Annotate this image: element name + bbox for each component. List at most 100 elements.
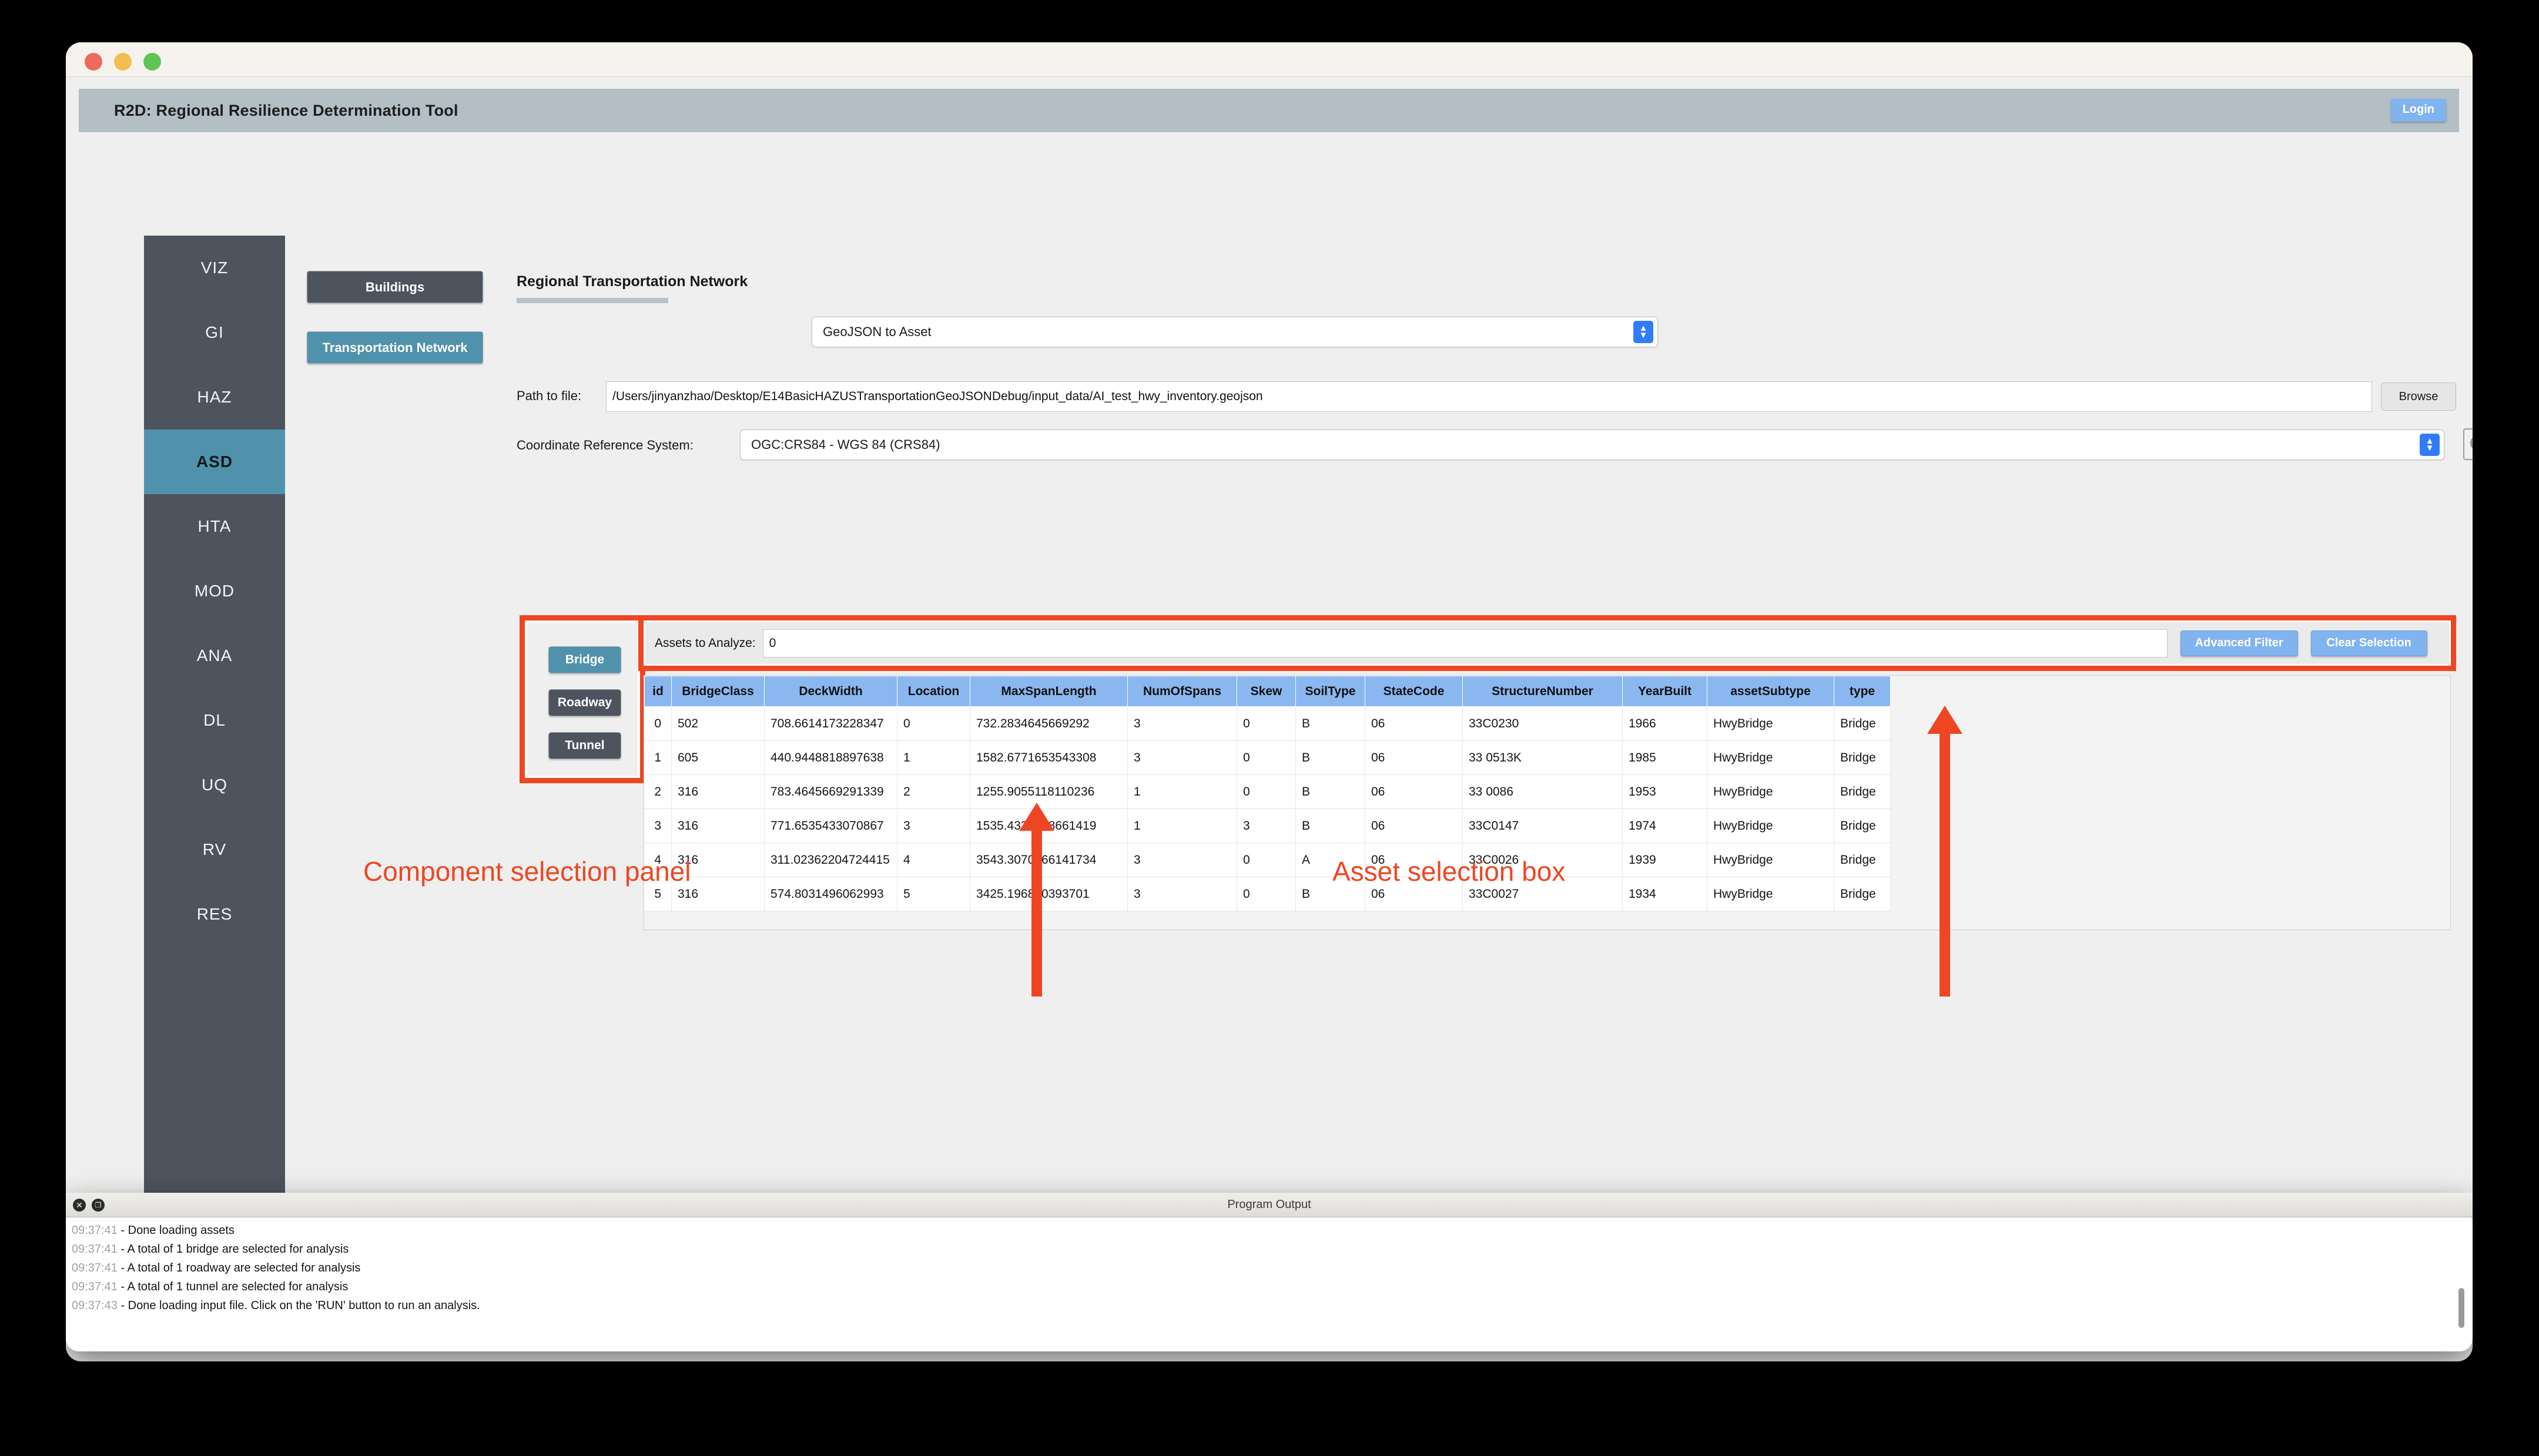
chevron-updown-icon[interactable]: ▲ ▼ bbox=[1633, 321, 1653, 343]
sidebar-item-res[interactable]: RES bbox=[144, 882, 285, 947]
component-button-bridge[interactable]: Bridge bbox=[548, 646, 621, 673]
cell-type: Bridge bbox=[1834, 843, 1891, 877]
chevron-updown-icon[interactable]: ▲ ▼ bbox=[2420, 434, 2440, 456]
column-header-assetsubtype[interactable]: assetSubtype bbox=[1707, 676, 1834, 707]
cell-skew: 3 bbox=[1237, 808, 1296, 843]
asset-type-tabs: Buildings Transportation Network bbox=[307, 271, 483, 392]
column-header-yearbuilt[interactable]: YearBuilt bbox=[1622, 676, 1707, 707]
cell-numofspans: 3 bbox=[1127, 877, 1237, 911]
asset-table: id BridgeClass DeckWidth Location MaxSpa… bbox=[644, 676, 1891, 911]
sidebar-item-label: VIZ bbox=[200, 259, 229, 277]
cell-type: Bridge bbox=[1834, 877, 1891, 911]
cell-type: Bridge bbox=[1834, 740, 1891, 775]
column-header-soiltype[interactable]: SoilType bbox=[1295, 676, 1365, 707]
arrow-stem bbox=[1031, 828, 1042, 997]
column-header-location[interactable]: Location bbox=[897, 676, 970, 707]
login-button[interactable]: Login bbox=[2390, 99, 2446, 122]
column-header-bridgeclass[interactable]: BridgeClass bbox=[671, 676, 765, 707]
cell-id: 2 bbox=[644, 774, 672, 809]
sidebar-item-haz[interactable]: HAZ bbox=[144, 365, 285, 430]
cell-location: 2 bbox=[897, 774, 970, 809]
sidebar-item-label: ANA bbox=[196, 646, 233, 665]
assets-to-analyze-label: Assets to Analyze: bbox=[655, 636, 756, 650]
globe-edit-icon[interactable] bbox=[2463, 428, 2473, 460]
asset-table-container[interactable]: id BridgeClass DeckWidth Location MaxSpa… bbox=[644, 675, 2451, 930]
column-header-id[interactable]: id bbox=[644, 676, 672, 707]
cell-id: 0 bbox=[644, 706, 672, 741]
component-button-tunnel[interactable]: Tunnel bbox=[548, 732, 621, 759]
column-header-structurenumber[interactable]: StructureNumber bbox=[1462, 676, 1623, 707]
close-window-icon[interactable] bbox=[85, 53, 102, 71]
cell-assetsubtype: HwyBridge bbox=[1707, 808, 1834, 843]
program-output-log[interactable]: 09:37:41 - Done loading assets 09:37:41 … bbox=[66, 1217, 2473, 1351]
sidebar-item-viz[interactable]: VIZ bbox=[144, 236, 285, 300]
tab-transportation-network[interactable]: Transportation Network bbox=[307, 331, 483, 364]
cell-deckwidth: 771.6535433070867 bbox=[764, 808, 897, 843]
log-message: - A total of 1 bridge are selected for a… bbox=[120, 1243, 349, 1256]
popout-icon[interactable]: ❐ bbox=[92, 1199, 105, 1212]
sidebar-item-dl[interactable]: DL bbox=[144, 688, 285, 753]
cell-id: 3 bbox=[644, 808, 672, 843]
cell-maxspanlength: 1582.6771653543308 bbox=[970, 740, 1128, 775]
column-header-maxspanlength[interactable]: MaxSpanLength bbox=[970, 676, 1128, 707]
close-icon[interactable]: ✕ bbox=[73, 1199, 86, 1212]
log-line: 09:37:41 - A total of 1 tunnel are selec… bbox=[72, 1277, 2473, 1296]
browse-button[interactable]: Browse bbox=[2381, 383, 2456, 411]
table-row[interactable]: 2 316 783.4645669291339 2 1255.905511811… bbox=[644, 774, 1891, 809]
sidebar-item-rv[interactable]: RV bbox=[144, 817, 285, 882]
cell-yearbuilt: 1953 bbox=[1622, 774, 1707, 809]
section-heading: Regional Transportation Network bbox=[517, 273, 748, 290]
assets-to-analyze-input[interactable]: 0 bbox=[762, 629, 2168, 657]
component-button-roadway[interactable]: Roadway bbox=[548, 689, 621, 716]
sidebar-item-label: HAZ bbox=[197, 388, 232, 406]
table-row[interactable]: 1 605 440.9448818897638 1 1582.677165354… bbox=[644, 740, 1891, 775]
table-row[interactable]: 3 316 771.6535433070867 3 1535.433070866… bbox=[644, 808, 1891, 843]
program-output-titlebar: ✕ ❐ Program Output bbox=[66, 1193, 2473, 1217]
sidebar-item-gi[interactable]: GI bbox=[144, 300, 285, 365]
sidebar-item-ana[interactable]: ANA bbox=[144, 623, 285, 688]
maximize-window-icon[interactable] bbox=[143, 53, 161, 71]
log-line: 09:37:41 - Done loading assets bbox=[72, 1221, 2473, 1240]
sidebar-item-label: HTA bbox=[197, 517, 232, 535]
section-underline bbox=[517, 298, 668, 303]
cell-soiltype: B bbox=[1295, 808, 1365, 843]
cell-statecode: 06 bbox=[1365, 774, 1463, 809]
importer-select[interactable]: GeoJSON to Asset ▲ ▼ bbox=[812, 317, 1658, 347]
column-header-skew[interactable]: Skew bbox=[1237, 676, 1296, 707]
sidebar-item-label: GI bbox=[205, 323, 224, 341]
cell-soiltype: B bbox=[1295, 706, 1365, 741]
cell-assetsubtype: HwyBridge bbox=[1707, 740, 1834, 775]
cell-assetsubtype: HwyBridge bbox=[1707, 877, 1834, 911]
log-line: 09:37:41 - A total of 1 bridge are selec… bbox=[72, 1240, 2473, 1259]
sidebar-item-hta[interactable]: HTA bbox=[144, 494, 285, 559]
clear-selection-button[interactable]: Clear Selection bbox=[2310, 630, 2427, 656]
cell-location: 0 bbox=[897, 706, 970, 741]
column-header-statecode[interactable]: StateCode bbox=[1365, 676, 1463, 707]
cell-statecode: 06 bbox=[1365, 808, 1463, 843]
tab-buildings[interactable]: Buildings bbox=[307, 271, 483, 303]
minimize-window-icon[interactable] bbox=[114, 53, 132, 71]
cell-structurenumber: 33C0230 bbox=[1462, 706, 1623, 741]
cell-maxspanlength: 732.2834645669292 bbox=[970, 706, 1128, 741]
sidebar-item-uq[interactable]: UQ bbox=[144, 753, 285, 817]
cell-structurenumber: 33 0513K bbox=[1462, 740, 1623, 775]
application-window: R2D: Regional Resilience Determination T… bbox=[66, 42, 2473, 1361]
column-header-type[interactable]: type bbox=[1834, 676, 1891, 707]
table-row[interactable]: 0 502 708.6614173228347 0 732.2834645669… bbox=[644, 706, 1891, 741]
advanced-filter-button[interactable]: Advanced Filter bbox=[2180, 630, 2298, 656]
annotation-arrow-asset bbox=[1927, 706, 1962, 997]
log-message: - Done loading input file. Click on the … bbox=[120, 1299, 480, 1312]
table-row[interactable]: 5 316 574.8031496062993 5 3425.196850393… bbox=[644, 877, 1891, 911]
sidebar-item-mod[interactable]: MOD bbox=[144, 559, 285, 623]
cell-deckwidth: 574.8031496062993 bbox=[764, 877, 897, 911]
crs-select[interactable]: OGC:CRS84 - WGS 84 (CRS84) ▲ ▼ bbox=[740, 430, 2444, 460]
cell-deckwidth: 783.4645669291339 bbox=[764, 774, 897, 809]
table-row[interactable]: 4 316 311.02362204724415 4 3543.30708661… bbox=[644, 843, 1891, 877]
path-to-file-input[interactable]: /Users/jinyanzhao/Desktop/E14BasicHAZUST… bbox=[606, 381, 2372, 412]
column-header-numofspans[interactable]: NumOfSpans bbox=[1127, 676, 1237, 707]
log-scrollbar[interactable] bbox=[2458, 1288, 2464, 1328]
crs-select-value: OGC:CRS84 - WGS 84 (CRS84) bbox=[751, 437, 940, 452]
column-header-deckwidth[interactable]: DeckWidth bbox=[764, 676, 897, 707]
sidebar-item-label: RV bbox=[202, 840, 227, 858]
sidebar-item-asd[interactable]: ASD bbox=[144, 430, 285, 494]
